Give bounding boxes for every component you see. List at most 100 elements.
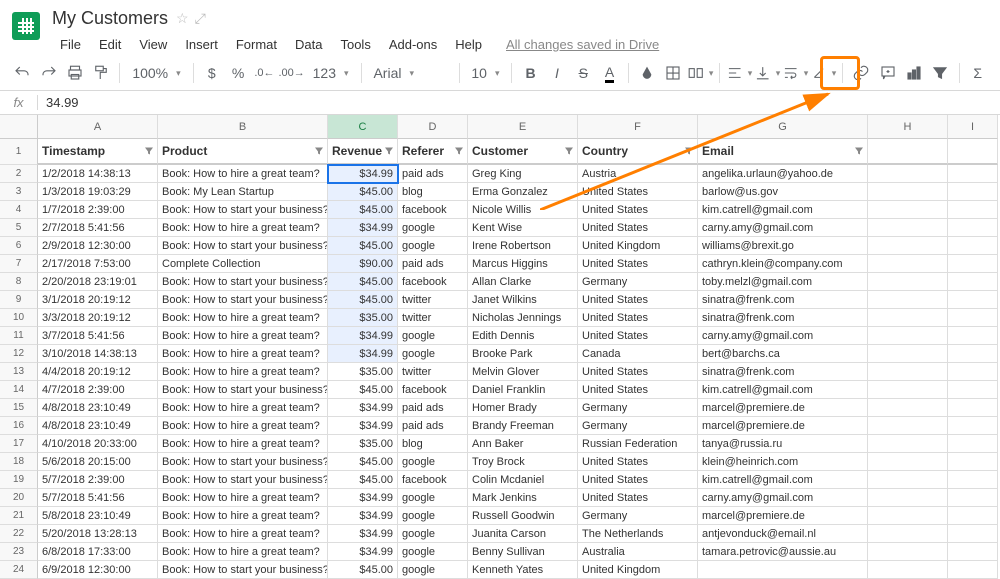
- redo-button[interactable]: [36, 60, 60, 86]
- cell[interactable]: 6/9/2018 12:30:00: [38, 561, 158, 579]
- cell[interactable]: Austria: [578, 165, 698, 183]
- cell[interactable]: angelika.urlaun@yahoo.de: [698, 165, 868, 183]
- cell[interactable]: $34.99: [328, 417, 398, 435]
- cell[interactable]: [868, 381, 948, 399]
- cell[interactable]: google: [398, 543, 468, 561]
- header-cell[interactable]: Country: [578, 139, 698, 165]
- filter-icon[interactable]: [383, 145, 395, 157]
- cell[interactable]: United States: [578, 183, 698, 201]
- cell[interactable]: $45.00: [328, 273, 398, 291]
- row-header[interactable]: 14: [0, 381, 38, 399]
- cell[interactable]: Russian Federation: [578, 435, 698, 453]
- percent-button[interactable]: %: [226, 60, 250, 86]
- cell[interactable]: Complete Collection: [158, 255, 328, 273]
- row-header[interactable]: 9: [0, 291, 38, 309]
- cell[interactable]: $45.00: [328, 237, 398, 255]
- cell[interactable]: [868, 183, 948, 201]
- menu-data[interactable]: Data: [287, 33, 330, 56]
- row-header[interactable]: 19: [0, 471, 38, 489]
- menu-add-ons[interactable]: Add-ons: [381, 33, 445, 56]
- cell[interactable]: 4/10/2018 20:33:00: [38, 435, 158, 453]
- cell[interactable]: [868, 219, 948, 237]
- cell[interactable]: Troy Brock: [468, 453, 578, 471]
- header-cell[interactable]: Product: [158, 139, 328, 165]
- cell[interactable]: $34.99: [328, 165, 398, 183]
- cell[interactable]: United States: [578, 471, 698, 489]
- cell[interactable]: $90.00: [328, 255, 398, 273]
- cell[interactable]: Homer Brady: [468, 399, 578, 417]
- cell[interactable]: facebook: [398, 201, 468, 219]
- cell[interactable]: google: [398, 489, 468, 507]
- column-header-G[interactable]: G: [698, 115, 868, 139]
- paint-format-button[interactable]: [89, 60, 113, 86]
- cell[interactable]: [868, 237, 948, 255]
- cell[interactable]: 2/9/2018 12:30:00: [38, 237, 158, 255]
- cell[interactable]: Russell Goodwin: [468, 507, 578, 525]
- cell[interactable]: [868, 201, 948, 219]
- filter-icon[interactable]: [853, 145, 865, 157]
- cell[interactable]: google: [398, 237, 468, 255]
- menu-insert[interactable]: Insert: [177, 33, 226, 56]
- cell[interactable]: 1/3/2018 19:03:29: [38, 183, 158, 201]
- undo-button[interactable]: [10, 60, 34, 86]
- cell[interactable]: [868, 471, 948, 489]
- row-header[interactable]: 12: [0, 345, 38, 363]
- cell[interactable]: Brooke Park: [468, 345, 578, 363]
- cell[interactable]: $45.00: [328, 291, 398, 309]
- cell[interactable]: google: [398, 219, 468, 237]
- text-wrap-button[interactable]: [782, 60, 808, 86]
- zoom-select[interactable]: 100%: [126, 60, 186, 86]
- cell[interactable]: $34.99: [328, 219, 398, 237]
- cell[interactable]: 5/8/2018 23:10:49: [38, 507, 158, 525]
- cell[interactable]: United States: [578, 453, 698, 471]
- cell[interactable]: [948, 255, 998, 273]
- cell[interactable]: Kenneth Yates: [468, 561, 578, 579]
- menu-edit[interactable]: Edit: [91, 33, 129, 56]
- cell[interactable]: 3/10/2018 14:38:13: [38, 345, 158, 363]
- cell[interactable]: paid ads: [398, 417, 468, 435]
- cell[interactable]: Book: How to hire a great team?: [158, 417, 328, 435]
- cell[interactable]: United Kingdom: [578, 237, 698, 255]
- cell[interactable]: Book: How to hire a great team?: [158, 363, 328, 381]
- cell[interactable]: Book: How to hire a great team?: [158, 489, 328, 507]
- cell[interactable]: carny.amy@gmail.com: [698, 219, 868, 237]
- spreadsheet-grid[interactable]: ABCDEFGHI 1TimestampProductRevenueRefere…: [0, 115, 1000, 579]
- row-header[interactable]: 21: [0, 507, 38, 525]
- cell[interactable]: Benny Sullivan: [468, 543, 578, 561]
- cell[interactable]: 2/17/2018 7:53:00: [38, 255, 158, 273]
- cell[interactable]: [868, 345, 948, 363]
- cell[interactable]: marcel@premiere.de: [698, 417, 868, 435]
- select-all-corner[interactable]: [0, 115, 38, 139]
- cell[interactable]: $34.99: [328, 399, 398, 417]
- cell[interactable]: marcel@premiere.de: [698, 399, 868, 417]
- font-size-select[interactable]: 10: [465, 60, 505, 86]
- cell[interactable]: [868, 273, 948, 291]
- cell[interactable]: United States: [578, 309, 698, 327]
- cell[interactable]: cathryn.klein@company.com: [698, 255, 868, 273]
- cell[interactable]: United States: [578, 255, 698, 273]
- cell[interactable]: [948, 543, 998, 561]
- column-header-E[interactable]: E: [468, 115, 578, 139]
- header-cell[interactable]: Referer: [398, 139, 468, 165]
- cell[interactable]: Book: How to hire a great team?: [158, 219, 328, 237]
- cell[interactable]: [868, 435, 948, 453]
- cell[interactable]: 5/20/2018 13:28:13: [38, 525, 158, 543]
- cell[interactable]: Book: My Lean Startup: [158, 183, 328, 201]
- cell[interactable]: [868, 165, 948, 183]
- cell[interactable]: 2/20/2018 23:19:01: [38, 273, 158, 291]
- cell[interactable]: 4/8/2018 23:10:49: [38, 399, 158, 417]
- cell[interactable]: Book: How to start your business?: [158, 291, 328, 309]
- cell[interactable]: Germany: [578, 417, 698, 435]
- filter-icon[interactable]: [453, 145, 465, 157]
- cell[interactable]: $34.99: [328, 543, 398, 561]
- menu-tools[interactable]: Tools: [332, 33, 378, 56]
- column-header-C[interactable]: C: [328, 115, 398, 139]
- filter-button[interactable]: [928, 60, 952, 86]
- row-header[interactable]: 10: [0, 309, 38, 327]
- cell[interactable]: 3/3/2018 20:19:12: [38, 309, 158, 327]
- cell[interactable]: 5/6/2018 20:15:00: [38, 453, 158, 471]
- cell[interactable]: [948, 309, 998, 327]
- cell[interactable]: [948, 561, 998, 579]
- filter-icon[interactable]: [683, 145, 695, 157]
- menu-file[interactable]: File: [52, 33, 89, 56]
